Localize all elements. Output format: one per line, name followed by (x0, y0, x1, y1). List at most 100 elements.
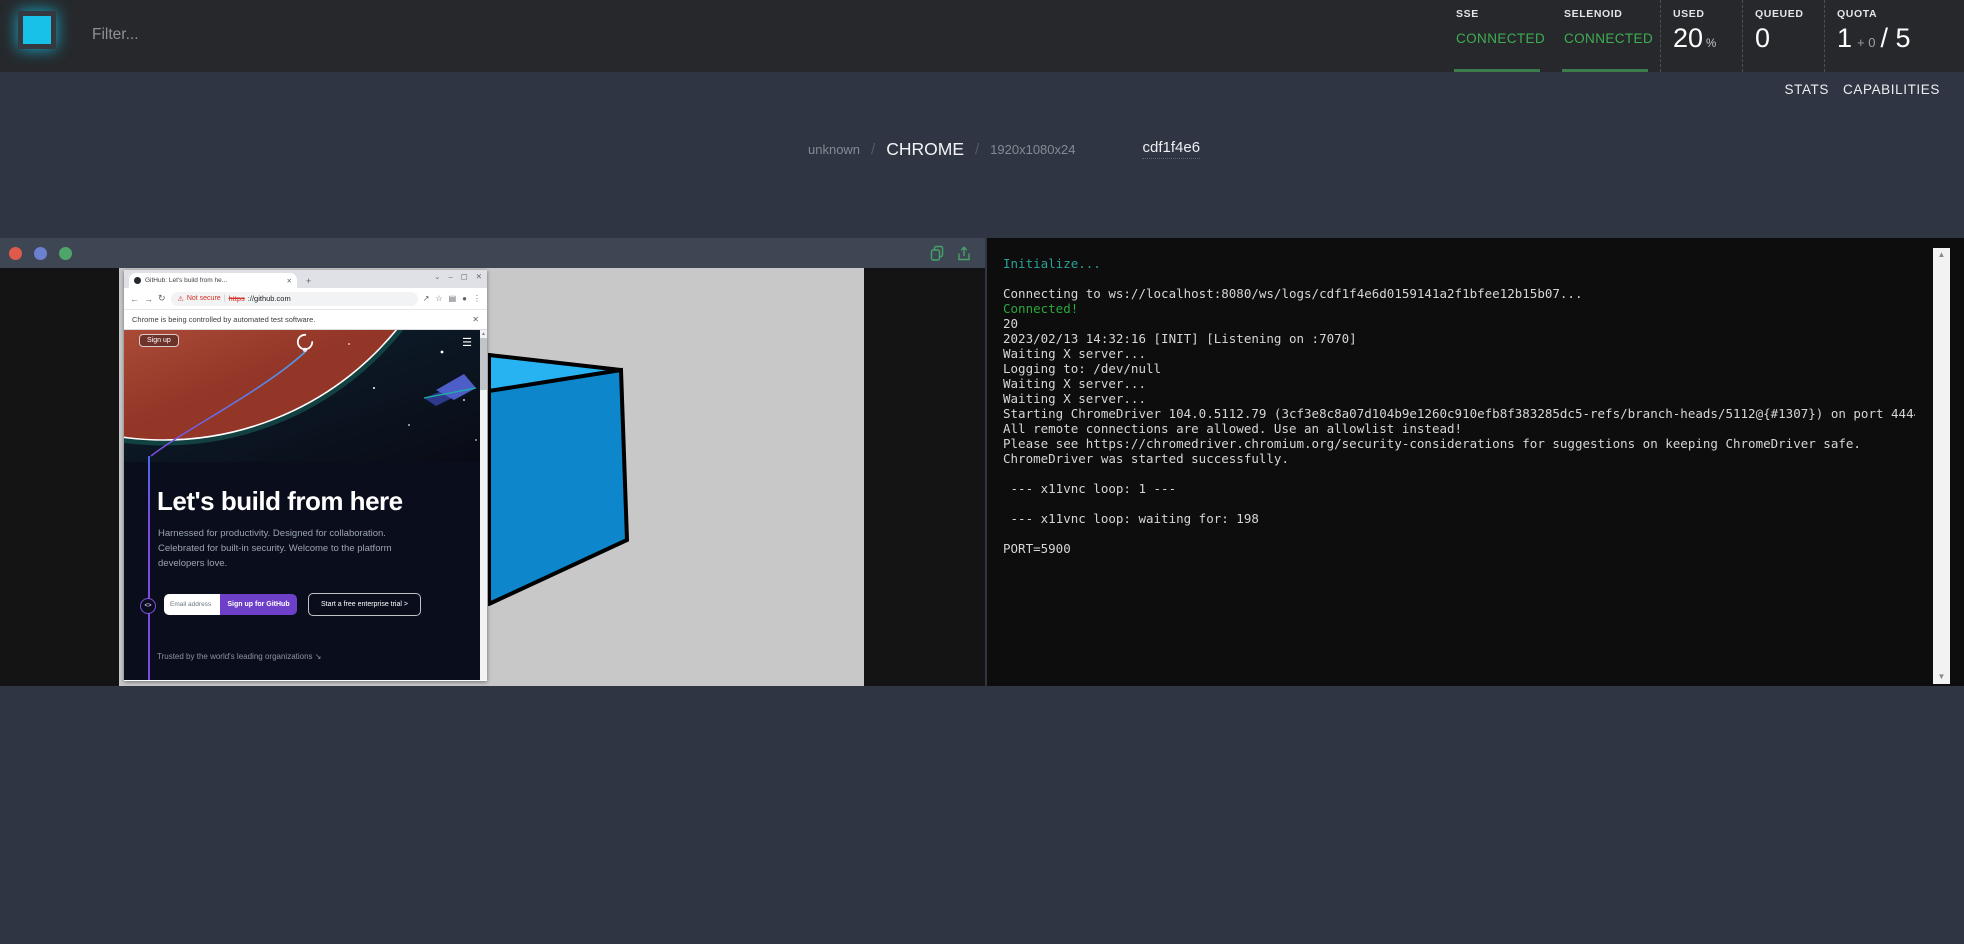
separator: / (975, 141, 979, 158)
url-divider: | (224, 295, 226, 302)
minimize-light-icon (34, 247, 47, 260)
stat-sse-value: CONNECTED (1456, 31, 1552, 46)
stat-quota-current: 1 (1837, 23, 1852, 54)
nav-stats-link[interactable]: STATS (1785, 82, 1830, 97)
log-line: All remote connections are allowed. Use … (1003, 421, 1915, 436)
close-icon[interactable]: ✕ (476, 272, 482, 281)
log-line: PORT=5900 (1003, 541, 1915, 556)
share-icon[interactable]: ↗ (423, 294, 430, 303)
maximize-icon[interactable]: ▢ (461, 272, 468, 281)
download-upload-icon[interactable] (956, 245, 972, 262)
vnc-viewport: GitHub: Let's build from he... ✕ + ⌄ – ▢… (0, 268, 985, 686)
github-favicon-icon (134, 277, 141, 284)
log-line: Connected! (1003, 301, 1915, 316)
github-octocat-icon[interactable] (296, 333, 314, 351)
new-tab-button[interactable]: + (306, 276, 311, 286)
chrome-tab-strip: GitHub: Let's build from he... ✕ + ⌄ – ▢… (124, 270, 487, 288)
overflow-menu-icon[interactable]: ⋮ (473, 294, 481, 303)
stat-used-value: 20 (1673, 23, 1703, 54)
filter-input[interactable] (90, 16, 414, 54)
session-row: unknown / CHROME / 1920x1080x24 cdf1f4e6 (808, 134, 1200, 164)
stat-quota-pending: + 0 (1857, 35, 1875, 50)
log-line: Logging to: /dev/null (1003, 361, 1915, 376)
github-menu-icon[interactable]: ☰ (462, 338, 472, 349)
chrome-window-controls: ⌄ – ▢ ✕ (434, 272, 482, 281)
forward-icon[interactable]: → (144, 294, 153, 304)
url-host: ://github.com (248, 294, 291, 303)
selenoid-logo-icon (18, 11, 56, 49)
github-tagline: Harnessed for productivity. Designed for… (158, 526, 396, 571)
github-heading: Let's build from here (157, 486, 403, 517)
log-line (1003, 526, 1915, 541)
log-lines: Initialize... Connecting to ws://localho… (1003, 256, 1915, 556)
github-signup-cta-button[interactable]: Sign up for GitHub (220, 594, 297, 615)
chrome-toolbar: ← → ↻ ⚠ Not secure | https ://github.com… (124, 288, 487, 310)
url-scheme: https (229, 294, 245, 303)
remote-screen[interactable]: GitHub: Let's build from he... ✕ + ⌄ – ▢… (119, 268, 864, 686)
tab-close-icon[interactable]: ✕ (287, 277, 292, 285)
github-signup-form: Sign up for GitHub Start a free enterpri… (164, 593, 421, 616)
stat-used-label: USED (1673, 8, 1742, 20)
github-enterprise-trial-button[interactable]: Start a free enterprise trial > (308, 593, 421, 616)
minimize-icon[interactable]: – (448, 272, 452, 281)
session-user: unknown (808, 142, 860, 157)
vnc-window-header (0, 238, 985, 268)
profile-avatar-icon[interactable]: ● (462, 294, 467, 303)
chrome-active-tab[interactable]: GitHub: Let's build from he... ✕ (129, 273, 297, 288)
log-line: Please see https://chromedriver.chromium… (1003, 436, 1915, 451)
scrollbar-thumb[interactable] (480, 338, 487, 390)
github-signup-button[interactable]: Sign up (139, 334, 179, 347)
back-icon[interactable]: ← (130, 294, 139, 304)
infobar-close-icon[interactable]: ✕ (472, 315, 479, 324)
stat-queued: QUEUED 0 (1742, 0, 1824, 72)
tab-title: GitHub: Let's build from he... (145, 277, 284, 284)
close-light-icon (9, 247, 22, 260)
log-scrollbar[interactable]: ▲ ▼ (1933, 248, 1950, 684)
stat-quota-label: QUOTA (1837, 8, 1964, 20)
window-lights (9, 247, 72, 260)
session-browser: CHROME (886, 139, 964, 160)
log-line: --- x11vnc loop: waiting for: 198 (1003, 511, 1915, 526)
selenoid-ui-root: SSE CONNECTED SELENOID CONNECTED USED 20… (0, 0, 1964, 944)
log-line: 2023/02/13 14:32:16 [INIT] [Listening on… (1003, 331, 1915, 346)
stat-selenoid: SELENOID CONNECTED (1552, 0, 1660, 72)
log-line (1003, 466, 1915, 481)
nav-capabilities-link[interactable]: CAPABILITIES (1843, 82, 1940, 97)
tab-search-icon[interactable]: ⌄ (434, 272, 440, 281)
reload-icon[interactable]: ↻ (158, 293, 166, 304)
session-log-card: Initialize... Connecting to ws://localho… (987, 238, 1964, 686)
toolbar-icons: ↗ ☆ ▤ ● ⋮ (423, 294, 481, 303)
screenshot-copy-icon[interactable] (929, 245, 945, 262)
stat-used-unit: % (1706, 38, 1716, 50)
log-line (1003, 271, 1915, 286)
log-line: Starting ChromeDriver 104.0.5112.79 (3cf… (1003, 406, 1915, 421)
address-bar[interactable]: ⚠ Not secure | https ://github.com (171, 292, 418, 306)
sse-connected-indicator (1454, 69, 1540, 72)
log-line: Waiting X server... (1003, 376, 1915, 391)
stat-selenoid-label: SELENOID (1564, 8, 1660, 20)
log-line: Connecting to ws://localhost:8080/ws/log… (1003, 286, 1915, 301)
warning-icon: ⚠ (178, 295, 184, 303)
maximize-light-icon (59, 247, 72, 260)
log-line (1003, 496, 1915, 511)
scroll-up-icon[interactable]: ▲ (1933, 248, 1950, 262)
automation-infobar: Chrome is being controlled by automated … (124, 310, 487, 330)
bookmark-star-icon[interactable]: ☆ (435, 294, 442, 303)
not-secure-label: Not secure (187, 295, 221, 302)
stat-selenoid-value: CONNECTED (1564, 31, 1660, 46)
github-email-input[interactable] (164, 594, 220, 615)
session-id-link[interactable]: cdf1f4e6 (1142, 139, 1200, 159)
github-page: Sign up ☰ <> Let's build from here Harne… (124, 330, 487, 680)
scroll-down-icon[interactable]: ▼ (1933, 670, 1950, 684)
stat-sse: SSE CONNECTED (1444, 0, 1552, 72)
cube-graphic[interactable] (488, 352, 630, 606)
scrollbar-up-icon[interactable]: ▲ (480, 330, 487, 338)
stat-quota-total: / 5 (1880, 23, 1910, 54)
log-line: ChromeDriver was started successfully. (1003, 451, 1915, 466)
stats-strip: SSE CONNECTED SELENOID CONNECTED USED 20… (1444, 0, 1964, 72)
github-trusted-text: Trusted by the world's leading organizat… (157, 652, 321, 661)
stat-queued-value: 0 (1755, 23, 1770, 54)
side-panel-icon[interactable]: ▤ (449, 294, 457, 303)
git-branch-line (148, 456, 150, 680)
remote-chrome-window[interactable]: GitHub: Let's build from he... ✕ + ⌄ – ▢… (124, 270, 487, 681)
